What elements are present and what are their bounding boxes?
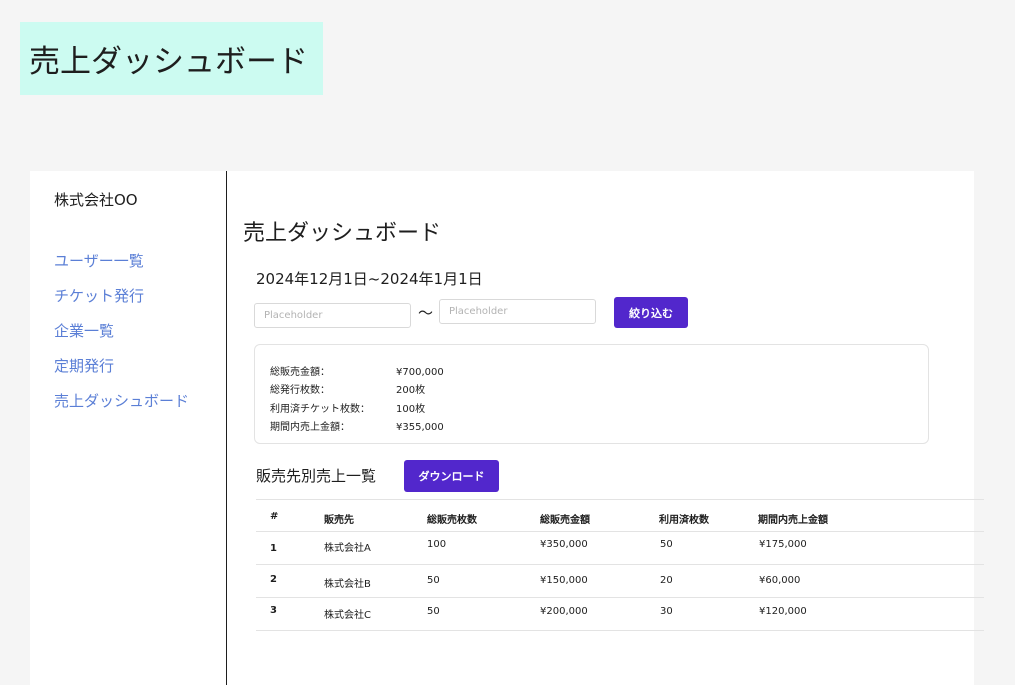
date-separator: 〜 [418, 304, 434, 322]
table-header-row: # 販売先 総販売枚数 総販売金額 利用済枚数 期間内売上金額 [256, 499, 984, 532]
sidebar-item-regular-issue[interactable]: 定期発行 [54, 356, 189, 391]
summary-used-tickets: 利用済チケット枚数： 100枚 [270, 400, 425, 415]
table-cell: ¥200,000 [540, 606, 588, 617]
table-cell: ¥175,000 [759, 539, 807, 550]
table-cell: 50 [427, 606, 440, 617]
summary-value: 200枚 [396, 385, 426, 396]
dashboard-frame: 株式会社OO ユーザー一覧 チケット発行 企業一覧 定期発行 売上ダッシュボード… [30, 171, 984, 685]
date-from-input[interactable] [254, 303, 411, 328]
design-frame-title: 売上ダッシュボード [20, 22, 323, 95]
table-cell: ¥60,000 [759, 575, 801, 586]
summary-value: ¥355,000 [396, 422, 444, 433]
table-cell: 2 [270, 574, 277, 585]
column-header: # [270, 511, 279, 522]
column-header: 総販売枚数 [427, 515, 477, 526]
summary-label: 利用済チケット枚数： [270, 404, 370, 415]
table-cell: 株式会社C [324, 610, 371, 621]
table-cell: ¥150,000 [540, 575, 588, 586]
sidebar-item-sales-dashboard[interactable]: 売上ダッシュボード [54, 391, 189, 426]
sidebar: 株式会社OO ユーザー一覧 チケット発行 企業一覧 定期発行 売上ダッシュボード [30, 171, 227, 685]
summary-value: ¥700,000 [396, 367, 444, 378]
summary-value: 100枚 [396, 404, 426, 415]
sidebar-nav: ユーザー一覧 チケット発行 企業一覧 定期発行 売上ダッシュボード [54, 251, 189, 426]
section-title: 販売先別売上一覧 [256, 467, 377, 485]
column-header: 期間内売上金額 [758, 515, 828, 526]
main-content: 売上ダッシュボード 2024年12月1日~2024年1月1日 〜 絞り込む 総販… [227, 171, 984, 685]
summary-label: 総販売金額： [270, 367, 330, 378]
summary-total-sales: 総販売金額： ¥700,000 [270, 363, 444, 378]
table-row[interactable]: 1 株式会社A 100 ¥350,000 50 ¥175,000 [256, 532, 984, 565]
table-cell: ¥350,000 [540, 539, 588, 550]
column-header: 総販売金額 [540, 515, 590, 526]
page-title: 売上ダッシュボード [243, 221, 442, 246]
table-cell: 30 [660, 606, 673, 617]
summary-label: 期間内売上金額： [270, 422, 350, 433]
table-cell: 1 [270, 543, 277, 554]
summary-label: 総発行枚数： [270, 385, 330, 396]
summary-card: 総販売金額： ¥700,000 総発行枚数： 200枚 利用済チケット枚数： 100枚… [254, 344, 929, 444]
column-header: 販売先 [324, 515, 354, 526]
date-to-input[interactable] [439, 299, 596, 324]
download-button[interactable]: ダウンロード [404, 460, 499, 492]
table-cell: 株式会社A [324, 543, 371, 554]
table-cell: 50 [427, 575, 440, 586]
company-name: 株式会社OO [54, 191, 138, 209]
sidebar-item-user-list[interactable]: ユーザー一覧 [54, 251, 189, 286]
filter-button[interactable]: 絞り込む [614, 297, 688, 328]
sales-table: # 販売先 総販売枚数 総販売金額 利用済枚数 期間内売上金額 1 株式会社A … [256, 499, 984, 631]
summary-period-sales: 期間内売上金額： ¥355,000 [270, 418, 444, 433]
summary-total-issued: 総発行枚数： 200枚 [270, 381, 425, 396]
date-range-label: 2024年12月1日~2024年1月1日 [256, 270, 483, 288]
table-row[interactable]: 2 株式会社B 50 ¥150,000 20 ¥60,000 [256, 565, 984, 598]
table-cell: 株式会社B [324, 579, 371, 590]
column-header: 利用済枚数 [659, 515, 709, 526]
table-cell: 20 [660, 575, 673, 586]
table-cell: ¥120,000 [759, 606, 807, 617]
table-cell: 50 [660, 539, 673, 550]
table-cell: 100 [427, 539, 447, 550]
table-cell: 3 [270, 605, 277, 616]
sidebar-item-ticket-issue[interactable]: チケット発行 [54, 286, 189, 321]
sidebar-item-company-list[interactable]: 企業一覧 [54, 321, 189, 356]
table-row[interactable]: 3 株式会社C 50 ¥200,000 30 ¥120,000 [256, 598, 984, 631]
